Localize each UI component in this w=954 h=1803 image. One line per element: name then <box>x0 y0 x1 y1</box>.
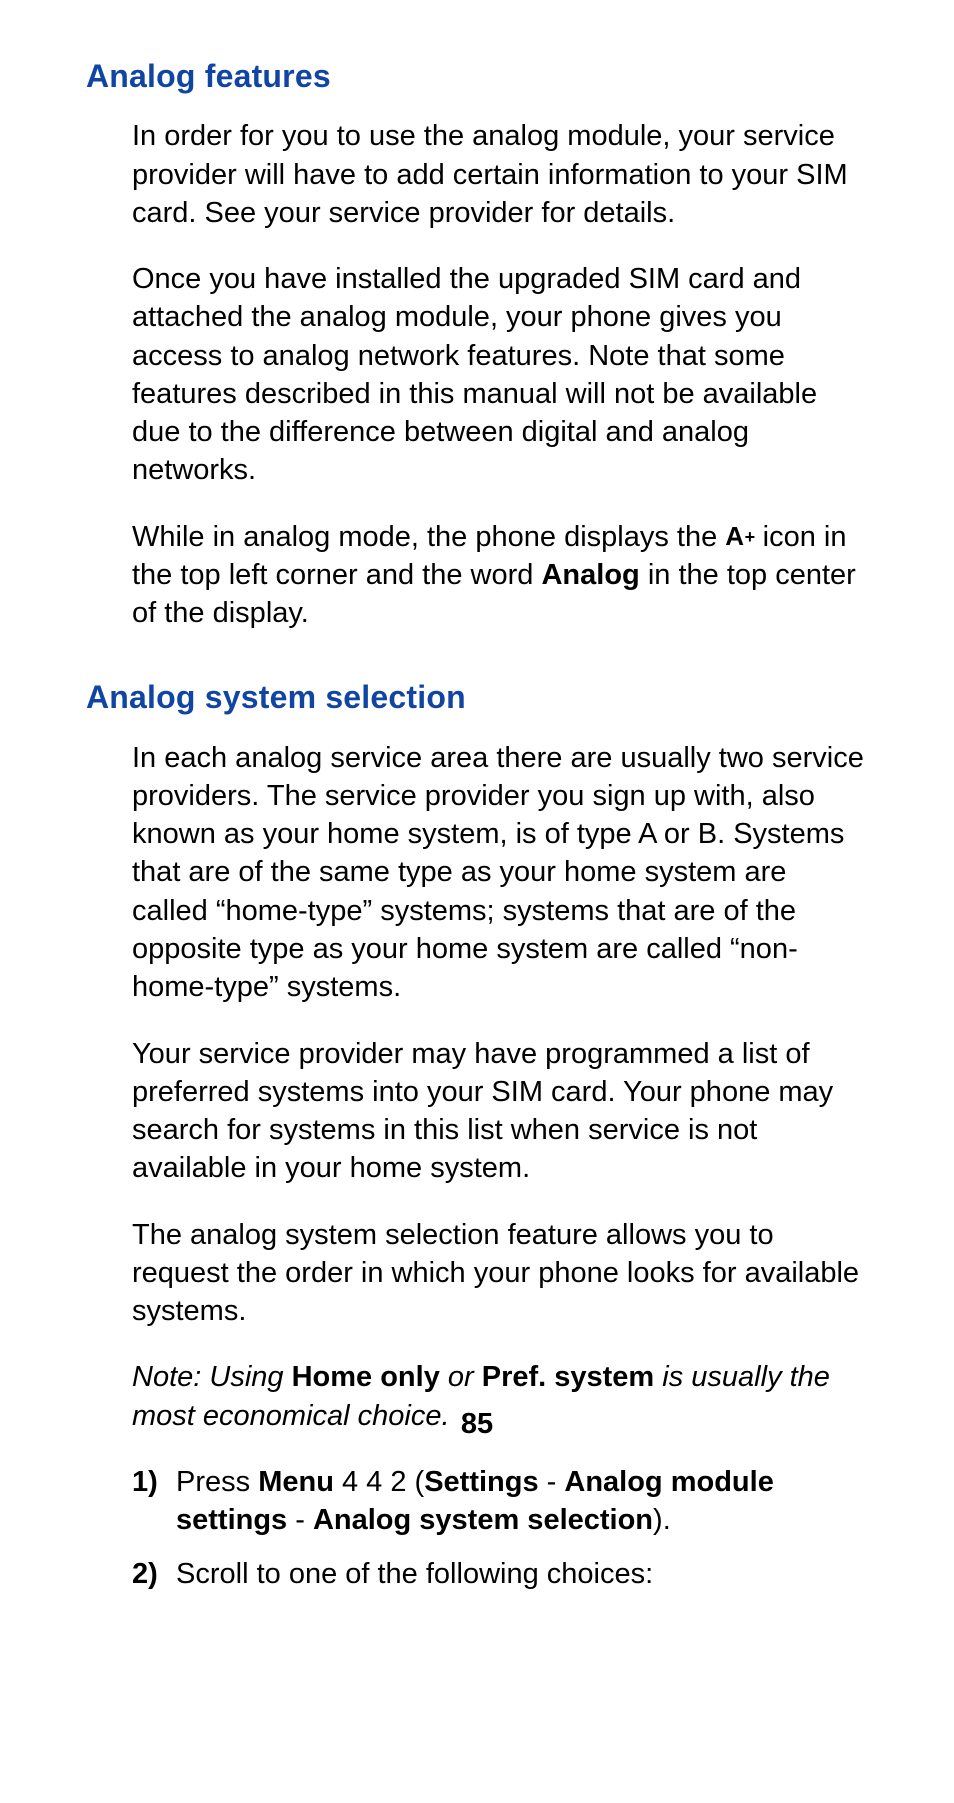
page-number: 85 <box>0 1405 954 1443</box>
note-text: or <box>440 1361 482 1393</box>
steps-list: 1) Press Menu 4 4 2 (Settings - Analog m… <box>132 1463 868 1594</box>
paragraph: The analog system selection feature allo… <box>132 1216 868 1331</box>
bold-term-analog: Analog <box>541 559 639 591</box>
text-run: 4 4 2 ( <box>334 1466 424 1498</box>
analog-a-plus-icon: A+ <box>725 523 754 549</box>
step-body: Press Menu 4 4 2 (Settings - Analog modu… <box>176 1463 868 1540</box>
paragraph: In order for you to use the analog modul… <box>132 117 868 232</box>
bold-term-analog-system-selection: Analog system selection <box>313 1504 653 1536</box>
paragraph: Your service provider may have programme… <box>132 1035 868 1188</box>
paragraph: While in analog mode, the phone displays… <box>132 518 868 633</box>
heading-analog-system-selection: Analog system selection <box>86 676 868 718</box>
heading-analog-features: Analog features <box>86 55 868 97</box>
text-run: - <box>287 1504 313 1536</box>
text-run: ). <box>653 1504 671 1536</box>
section-analog-system-selection-body: In each analog service area there are us… <box>132 739 868 1594</box>
bold-term-menu: Menu <box>258 1466 334 1498</box>
bold-term-pref-system: Pref. system <box>482 1361 655 1393</box>
page-content: Analog features In order for you to use … <box>0 0 954 1594</box>
step-1: 1) Press Menu 4 4 2 (Settings - Analog m… <box>132 1463 868 1540</box>
step-number: 2) <box>132 1555 176 1593</box>
paragraph: In each analog service area there are us… <box>132 739 868 1007</box>
text-run: Press <box>176 1466 258 1498</box>
bold-term-settings: Settings <box>424 1466 538 1498</box>
step-2: 2) Scroll to one of the following choice… <box>132 1555 868 1593</box>
step-body: Scroll to one of the following choices: <box>176 1555 868 1593</box>
bold-term-home-only: Home only <box>292 1361 440 1393</box>
section-analog-features-body: In order for you to use the analog modul… <box>132 117 868 632</box>
text-run: While in analog mode, the phone displays… <box>132 521 725 553</box>
text-run: - <box>539 1466 565 1498</box>
paragraph: Once you have installed the upgraded SIM… <box>132 260 868 490</box>
note-text: Note: Using <box>132 1361 292 1393</box>
step-number: 1) <box>132 1463 176 1501</box>
